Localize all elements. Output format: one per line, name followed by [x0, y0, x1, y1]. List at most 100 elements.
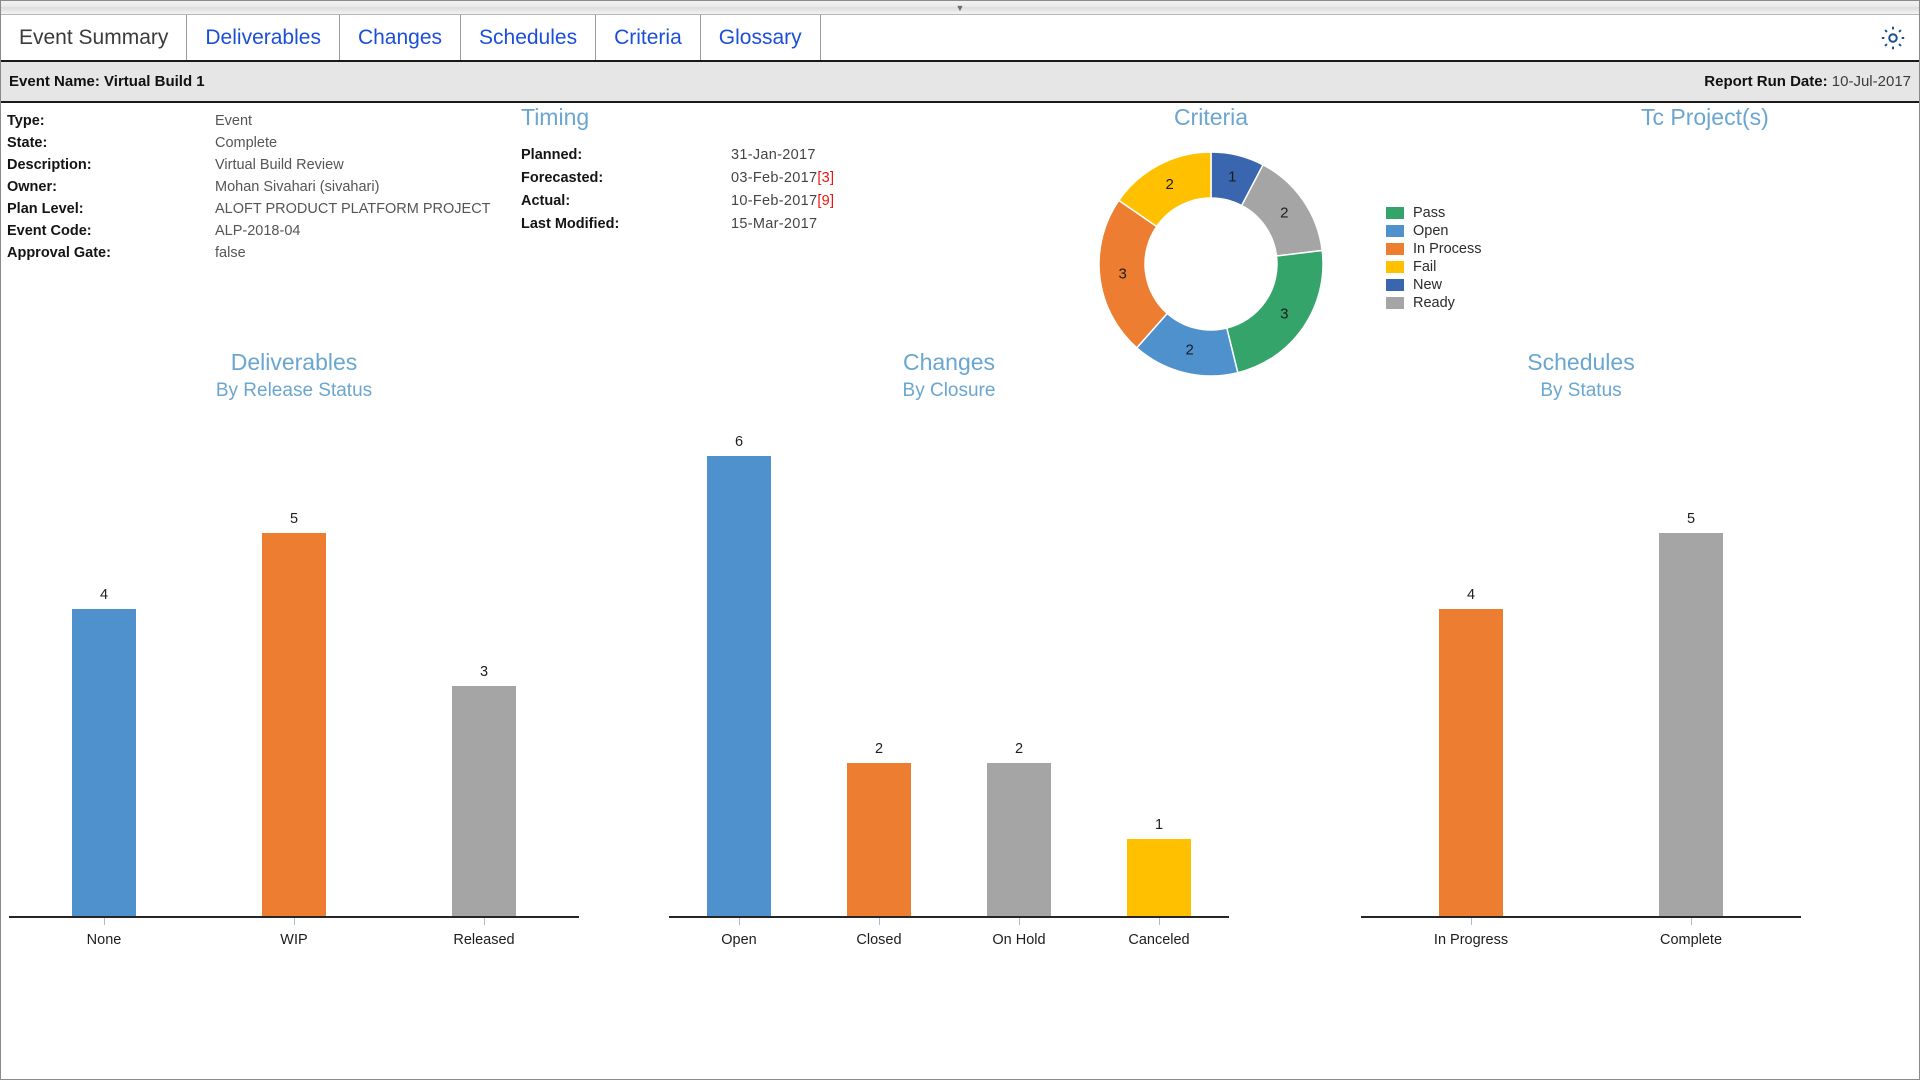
legend-label: Open — [1413, 222, 1449, 239]
axis-tick — [483, 917, 485, 925]
gear-icon[interactable] — [1867, 15, 1919, 60]
legend-item-new[interactable]: New — [1386, 276, 1482, 293]
criteria-title: Criteria — [1173, 104, 1249, 130]
event-info-band: Event Name: Virtual Build 1 Report Run D… — [1, 62, 1919, 103]
schedules-bars: 45 — [1361, 430, 1801, 925]
bar-value-label: 4 — [1466, 587, 1476, 603]
bar-complete[interactable] — [1659, 533, 1723, 916]
bar-group: 5 — [1581, 430, 1801, 925]
deliverables-chart-header: Deliverables By Release Status — [9, 349, 579, 402]
deliverables-plot-area: 4 5 3 None WIP Released — [9, 430, 579, 950]
bar-wip[interactable] — [262, 533, 326, 916]
tab-event-summary[interactable]: Event Summary — [1, 15, 188, 60]
report-run-date-value: 10-Jul-2017 — [1831, 73, 1911, 90]
bar-on-hold[interactable] — [987, 763, 1051, 916]
bar-value-label: 2 — [874, 741, 884, 757]
bar-value-label: 4 — [99, 587, 109, 603]
bar-value-label: 2 — [1014, 741, 1024, 757]
detail-row-event-code: Event Code: ALP-2018-04 — [7, 220, 437, 242]
detail-value: Mohan Sivahari (sivahari) — [215, 179, 380, 195]
bar-value-label: 5 — [1686, 511, 1696, 527]
detail-row-description: Description: Virtual Build Review — [7, 154, 437, 176]
deliverables-bars: 4 5 3 — [9, 430, 579, 925]
donut-slice-value: 3 — [1280, 306, 1288, 323]
bar-group: 1 — [1089, 430, 1229, 925]
deliverables-chart-title: Deliverables — [230, 349, 358, 375]
schedules-chart-subtitle: By Status — [1540, 380, 1622, 401]
timing-row-last-modified: Last Modified: 15-Mar-2017 — [521, 212, 941, 235]
splitter-collapse-icon[interactable]: ▼ — [953, 4, 967, 13]
category-label: Closed — [856, 932, 902, 948]
bar-value-label: 1 — [1154, 817, 1164, 833]
detail-key: Description: — [7, 157, 92, 173]
timing-value: 31-Jan-2017 — [731, 147, 816, 163]
bar-open[interactable] — [707, 456, 771, 916]
legend-label: In Process — [1413, 240, 1482, 257]
tab-label: Event Summary — [19, 25, 169, 49]
detail-key: State: — [7, 135, 48, 151]
bar-group: 6 — [669, 430, 809, 925]
detail-key: Approval Gate: — [7, 245, 111, 261]
bar-released[interactable] — [452, 686, 516, 916]
event-name-label: Event Name: — [9, 73, 100, 90]
event-name: Event Name: Virtual Build 1 — [9, 73, 205, 90]
report-run-date-label: Report Run Date: — [1704, 73, 1828, 90]
category-label: Canceled — [1128, 932, 1190, 948]
legend-swatch-icon — [1386, 278, 1404, 291]
timing-delta: [9] — [817, 192, 835, 209]
changes-chart-panel: Changes By Closure 6 2 2 1 Open Closed On Hol… — [669, 349, 1229, 999]
changes-plot-area: 6 2 2 1 Open Closed On Hold Canceled — [669, 430, 1229, 950]
tab-deliverables[interactable]: Deliverables — [187, 15, 340, 60]
timing-value: 15-Mar-2017 — [731, 216, 817, 232]
bar-group: 4 — [1361, 430, 1581, 925]
bar-none[interactable] — [72, 609, 136, 916]
donut-slice-value: 2 — [1280, 204, 1288, 221]
legend-item-fail[interactable]: Fail — [1386, 258, 1482, 275]
legend-label: Pass — [1413, 204, 1446, 221]
axis-tick — [293, 917, 295, 925]
detail-key: Type: — [7, 113, 45, 129]
bar-canceled[interactable] — [1127, 839, 1191, 916]
timing-row-actual: Actual: 10-Feb-2017[9] — [521, 189, 941, 212]
tab-glossary[interactable]: Glossary — [700, 15, 821, 60]
legend-swatch-icon — [1386, 296, 1404, 309]
tab-label: Changes — [357, 25, 443, 49]
timing-key: Forecasted: — [521, 169, 604, 186]
axis-tick — [878, 917, 880, 925]
legend-item-ready[interactable]: Ready — [1386, 294, 1482, 311]
detail-value: ALP-2018-04 — [215, 223, 301, 239]
legend-item-open[interactable]: Open — [1386, 222, 1482, 239]
criteria-chart-panel: Criteria 123232 — [1041, 104, 1381, 379]
tc-projects-panel: Tc Project(s) — [1641, 104, 1919, 131]
deliverables-category-labels: None WIP Released — [9, 932, 579, 948]
report-content: Type: Event State: Complete Description:… — [1, 104, 1919, 1079]
legend-item-in-process[interactable]: In Process — [1386, 240, 1482, 257]
axis-tick — [738, 917, 740, 925]
category-label: Open — [721, 932, 757, 948]
bar-closed[interactable] — [847, 763, 911, 916]
changes-bars: 6 2 2 1 — [669, 430, 1229, 925]
axis-tick — [1690, 917, 1692, 925]
panel-splitter[interactable]: ▼ — [1, 1, 1919, 15]
timing-date: 03-Feb-2017 — [731, 169, 818, 186]
tab-bar: Event Summary Deliverables Changes Sched… — [1, 15, 1919, 62]
tab-criteria[interactable]: Criteria — [596, 15, 701, 60]
deliverables-axis — [9, 916, 579, 918]
detail-key: Owner: — [7, 179, 57, 195]
axis-tick — [103, 917, 105, 925]
category-label: Released — [453, 932, 515, 948]
changes-category-labels: Open Closed On Hold Canceled — [669, 932, 1229, 948]
schedules-plot-area: 45 In Progress Complete — [1361, 430, 1801, 950]
axis-tick — [1018, 917, 1020, 925]
schedules-category-labels: In Progress Complete — [1361, 932, 1801, 948]
legend-label: Fail — [1413, 258, 1437, 275]
legend-item-pass[interactable]: Pass — [1386, 204, 1482, 221]
tab-schedules[interactable]: Schedules — [461, 15, 597, 60]
tab-changes[interactable]: Changes — [339, 15, 462, 60]
bar-group: 4 — [9, 430, 199, 925]
bar-value-label: 3 — [479, 664, 489, 680]
legend-label: Ready — [1413, 294, 1455, 311]
bar-group: 2 — [949, 430, 1089, 925]
donut-slice-value: 2 — [1165, 176, 1173, 193]
bar-in-progress[interactable] — [1439, 609, 1503, 916]
